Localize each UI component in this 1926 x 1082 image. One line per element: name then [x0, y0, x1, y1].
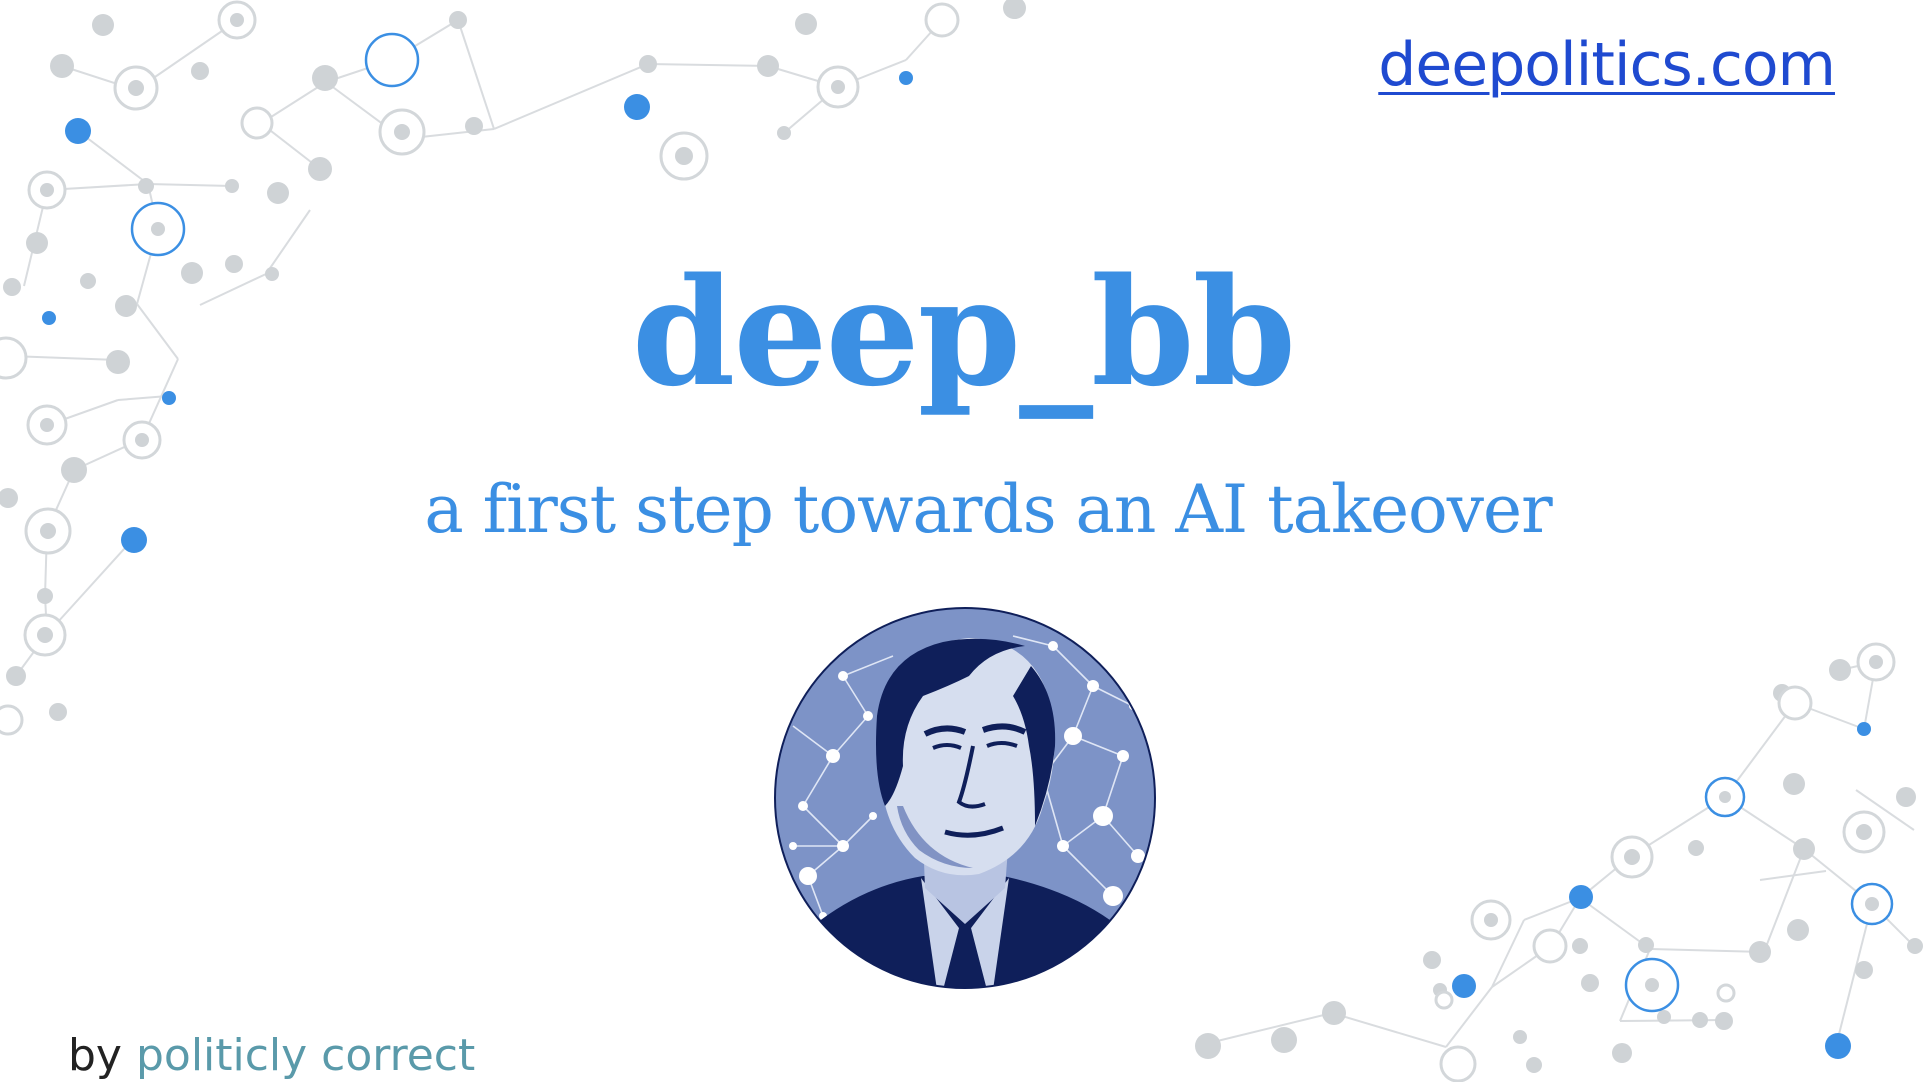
byline-prefix: by: [68, 1030, 122, 1081]
byline-org: politicly correct: [135, 1030, 476, 1081]
portrait-medallion: [774, 607, 1156, 989]
slide-subtitle: a first step towards an AI takeover: [424, 471, 1552, 548]
byline: by politicly correct: [68, 1034, 475, 1078]
site-link[interactable]: deepolitics.com: [1378, 30, 1836, 100]
slide-title: deep_bb: [631, 245, 1296, 419]
title-slide: deepolitics.com deep_bb a first step tow…: [0, 0, 1926, 1082]
